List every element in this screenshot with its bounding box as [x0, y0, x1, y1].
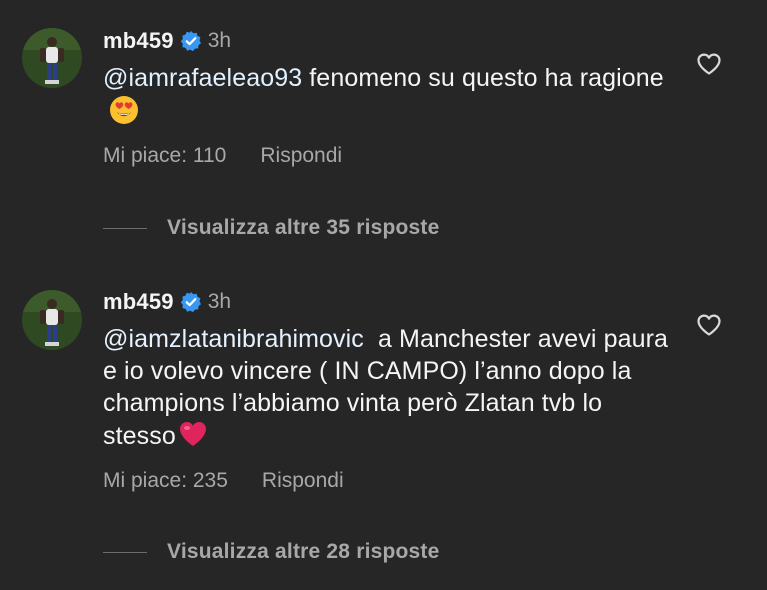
comment-actions: Mi piace: 235 Rispondi	[103, 467, 344, 495]
red-heart-emoji-icon	[178, 419, 208, 449]
username[interactable]: mb459	[103, 28, 174, 54]
comment-actions: Mi piace: 110 Rispondi	[103, 142, 342, 170]
avatar-image	[22, 290, 82, 350]
likes-count[interactable]: Mi piace: 235	[103, 469, 228, 493]
mention-link[interactable]: @iamrafaeleao93	[103, 64, 302, 92]
view-more-replies-button[interactable]: Visualizza altre 28 risposte	[103, 538, 440, 566]
verified-badge-icon	[180, 30, 202, 52]
mention-link[interactable]: @iamzlatanibrahimovic	[103, 325, 364, 353]
likes-count[interactable]: Mi piace: 110	[103, 144, 226, 168]
verified-badge-icon	[180, 291, 202, 313]
comment-time: 3h	[207, 290, 232, 313]
view-more-replies-label: Visualizza altre 28 risposte	[167, 540, 440, 563]
like-heart-icon[interactable]	[696, 52, 722, 76]
avatar-image	[22, 28, 82, 88]
view-more-replies-label: Visualizza altre 35 risposte	[167, 216, 440, 239]
reply-button[interactable]: Rispondi	[262, 469, 344, 493]
comment-body: fenomeno su questo ha ragione	[302, 64, 664, 92]
comment-text: @iamzlatanibrahimovic a Manchester avevi…	[103, 323, 673, 452]
comment-header: mb459 3h	[103, 289, 231, 315]
reply-button[interactable]: Rispondi	[260, 144, 342, 168]
heart-eyes-emoji-icon	[109, 95, 139, 125]
comment-header: mb459 3h	[103, 28, 231, 54]
like-heart-icon[interactable]	[696, 313, 722, 337]
divider-line	[103, 551, 147, 553]
comment-time: 3h	[207, 29, 232, 52]
avatar[interactable]	[22, 290, 82, 350]
divider-line	[103, 227, 147, 229]
comment-text: @iamrafaeleao93 fenomeno su questo ha ra…	[103, 62, 683, 129]
avatar[interactable]	[22, 28, 82, 88]
view-more-replies-button[interactable]: Visualizza altre 35 risposte	[103, 214, 440, 242]
username[interactable]: mb459	[103, 289, 174, 315]
